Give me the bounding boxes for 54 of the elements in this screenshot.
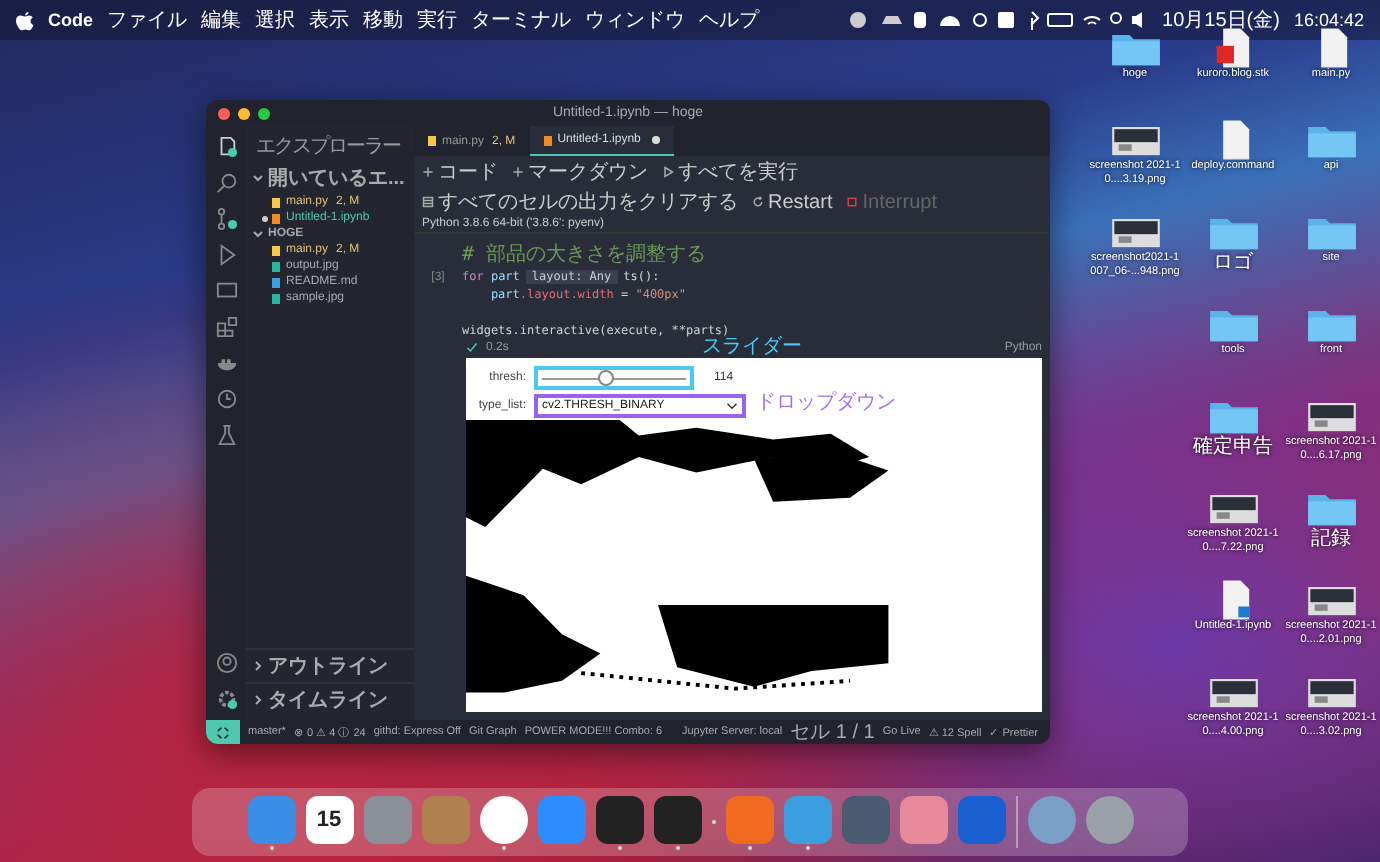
flask-icon[interactable] <box>215 424 237 446</box>
remote-icon[interactable] <box>216 725 230 739</box>
menu-item[interactable]: Code <box>48 10 93 30</box>
slider[interactable] <box>542 372 686 384</box>
chevron-icon[interactable] <box>252 694 264 706</box>
status-item[interactable]: セル 1 / 1 <box>790 718 875 744</box>
menu-item[interactable]: 実行 <box>417 6 457 34</box>
list-icon[interactable] <box>422 196 434 208</box>
menu-item[interactable]: ターミナル <box>471 6 571 34</box>
toolbar-button[interactable]: すべてを実行 <box>662 158 798 186</box>
chevron-icon[interactable] <box>252 228 264 240</box>
menu-item[interactable]: 移動 <box>363 6 403 34</box>
toolbar-button[interactable]: コード <box>422 158 498 186</box>
menu-item[interactable]: 選択 <box>255 6 295 34</box>
chevron-icon[interactable] <box>252 172 264 184</box>
toolbar-button[interactable]: すべてのセルの出力をクリアする <box>422 188 738 216</box>
clock-icon[interactable] <box>215 388 237 410</box>
file-name[interactable]: 記録 <box>1283 528 1379 552</box>
app-icon[interactable] <box>479 795 527 843</box>
run-icon[interactable] <box>215 244 237 266</box>
play-icon[interactable] <box>662 166 674 178</box>
menu-item[interactable]: 表示 <box>309 6 349 34</box>
app-icon[interactable]: 15 <box>305 795 353 843</box>
branch-icon[interactable] <box>215 208 237 230</box>
files-icon[interactable] <box>215 136 237 158</box>
menu-item[interactable]: 編集 <box>201 6 241 34</box>
app-icon[interactable] <box>595 795 643 843</box>
monitor-icon[interactable] <box>215 280 237 302</box>
extensions-icon[interactable] <box>215 316 237 338</box>
menu-item[interactable]: ヘルプ <box>699 6 759 34</box>
annotation-label: スライダー <box>702 336 802 360</box>
menu-item[interactable]: ウィンドウ <box>585 6 685 34</box>
file-name[interactable]: 確定申告 <box>1185 436 1281 460</box>
plus-icon[interactable] <box>512 166 524 178</box>
chevron-icon[interactable] <box>252 660 264 672</box>
remote-button[interactable] <box>206 720 240 744</box>
annotation-label: ドロップダウン <box>756 389 896 416</box>
sidebar-title: エクスプローラー <box>254 133 403 162</box>
time-label[interactable]: 16:04:42 <box>1293 10 1364 30</box>
check-icon <box>466 342 478 354</box>
apple-logo-icon[interactable] <box>16 9 34 31</box>
settings-icon[interactable] <box>215 688 237 710</box>
account-icon[interactable] <box>215 652 237 674</box>
plus-icon[interactable] <box>422 166 434 178</box>
toolbar-button[interactable]: Restart <box>752 191 833 213</box>
date-label[interactable]: 10月15日(金) <box>1162 6 1280 34</box>
code-token: # 部品の大きさを調整する <box>462 241 707 268</box>
file-name[interactable]: ロゴ <box>1185 252 1281 276</box>
search-icon[interactable] <box>215 172 237 194</box>
restart-icon[interactable] <box>752 196 764 208</box>
menu-item[interactable]: ファイル <box>107 6 187 34</box>
app-icon[interactable] <box>653 795 701 843</box>
toolbar-button[interactable]: マークダウン <box>512 158 648 186</box>
section-header[interactable]: 開いているエ... <box>246 162 414 194</box>
